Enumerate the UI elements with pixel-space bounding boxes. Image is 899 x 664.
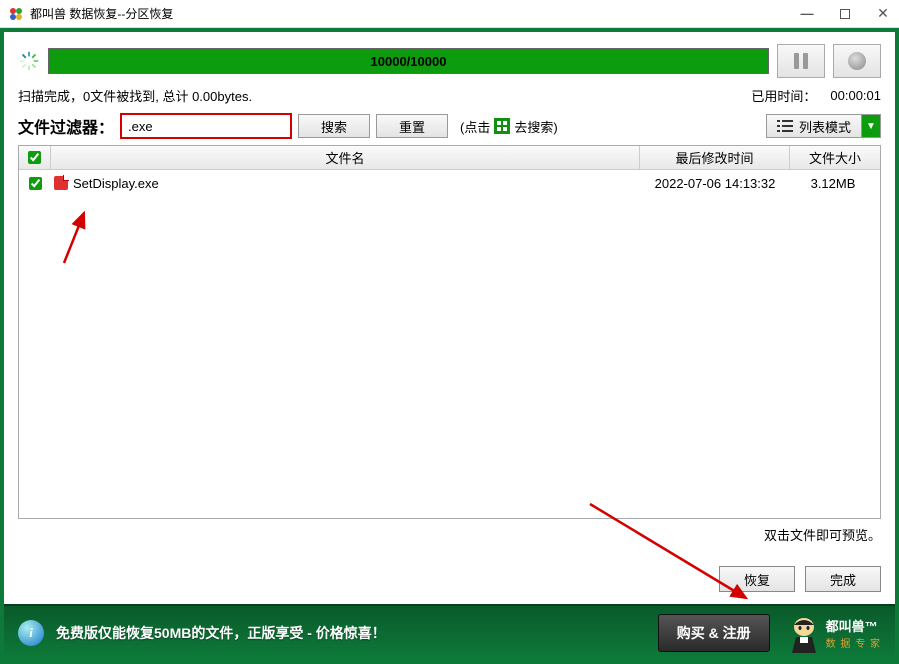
stop-icon (848, 52, 866, 70)
recover-button[interactable]: 恢复 (719, 566, 795, 592)
col-size[interactable]: 文件大小 (790, 146, 880, 169)
search-button[interactable]: 搜索 (298, 114, 370, 138)
stop-button[interactable] (833, 44, 881, 78)
table-row[interactable]: SetDisplay.exe 2022-07-06 14:13:32 3.12M… (19, 170, 880, 196)
list-icon (777, 119, 793, 133)
brand-slogan: 数 据 专 家 (826, 635, 881, 650)
pause-icon (794, 53, 808, 69)
filter-hint: (点击 去搜索) (460, 117, 558, 136)
file-table: 文件名 最后修改时间 文件大小 SetDisplay.exe 2022-07-0… (18, 145, 881, 519)
app-icon (8, 6, 24, 22)
buy-register-button[interactable]: 购买 & 注册 (658, 614, 770, 652)
info-icon: i (18, 620, 44, 646)
file-date: 2022-07-06 14:13:32 (640, 176, 790, 191)
close-button[interactable] (875, 6, 891, 22)
maximize-button[interactable] (837, 6, 853, 22)
footer-text: 免费版仅能恢复50MB的文件，正版享受 - 价格惊喜！ (56, 623, 658, 643)
mascot-icon (786, 613, 822, 653)
window-title: 都叫兽 数据恢复--分区恢复 (30, 5, 799, 22)
chevron-down-icon: ▼ (862, 115, 880, 137)
scan-status-text: 扫描完成，0文件被找到, 总计 0.00bytes. (18, 86, 751, 105)
reset-button[interactable]: 重置 (376, 114, 448, 138)
done-button[interactable]: 完成 (805, 566, 881, 592)
file-size: 3.12MB (790, 176, 876, 191)
search-hint-icon (494, 118, 510, 134)
filter-label: 文件过滤器： (18, 114, 114, 138)
view-mode-dropdown[interactable]: 列表模式 ▼ (766, 114, 881, 138)
brand-logo: 都叫兽™ 数 据 专 家 (786, 613, 881, 653)
minimize-button[interactable] (799, 6, 815, 22)
table-header: 文件名 最后修改时间 文件大小 (19, 146, 880, 170)
preview-hint: 双击文件即可预览。 (18, 525, 881, 544)
elapsed-label: 已用时间： (751, 86, 816, 105)
titlebar: 都叫兽 数据恢复--分区恢复 (0, 0, 899, 28)
view-mode-label: 列表模式 (799, 117, 851, 136)
exe-file-icon (54, 176, 68, 190)
pause-button[interactable] (777, 44, 825, 78)
elapsed-time: 00:00:01 (830, 88, 881, 103)
filter-input[interactable] (120, 113, 292, 139)
brand-name: 都叫兽™ (826, 616, 881, 635)
col-name[interactable]: 文件名 (51, 146, 640, 169)
progress-bar: 10000/10000 (48, 48, 769, 74)
file-name: SetDisplay.exe (71, 176, 640, 191)
row-checkbox[interactable] (29, 177, 42, 190)
spinner-icon (18, 50, 40, 72)
header-checkbox[interactable] (28, 151, 41, 164)
progress-text: 10000/10000 (371, 54, 447, 69)
col-date[interactable]: 最后修改时间 (640, 146, 790, 169)
footer-bar: i 免费版仅能恢复50MB的文件，正版享受 - 价格惊喜！ 购买 & 注册 都叫… (4, 604, 895, 660)
